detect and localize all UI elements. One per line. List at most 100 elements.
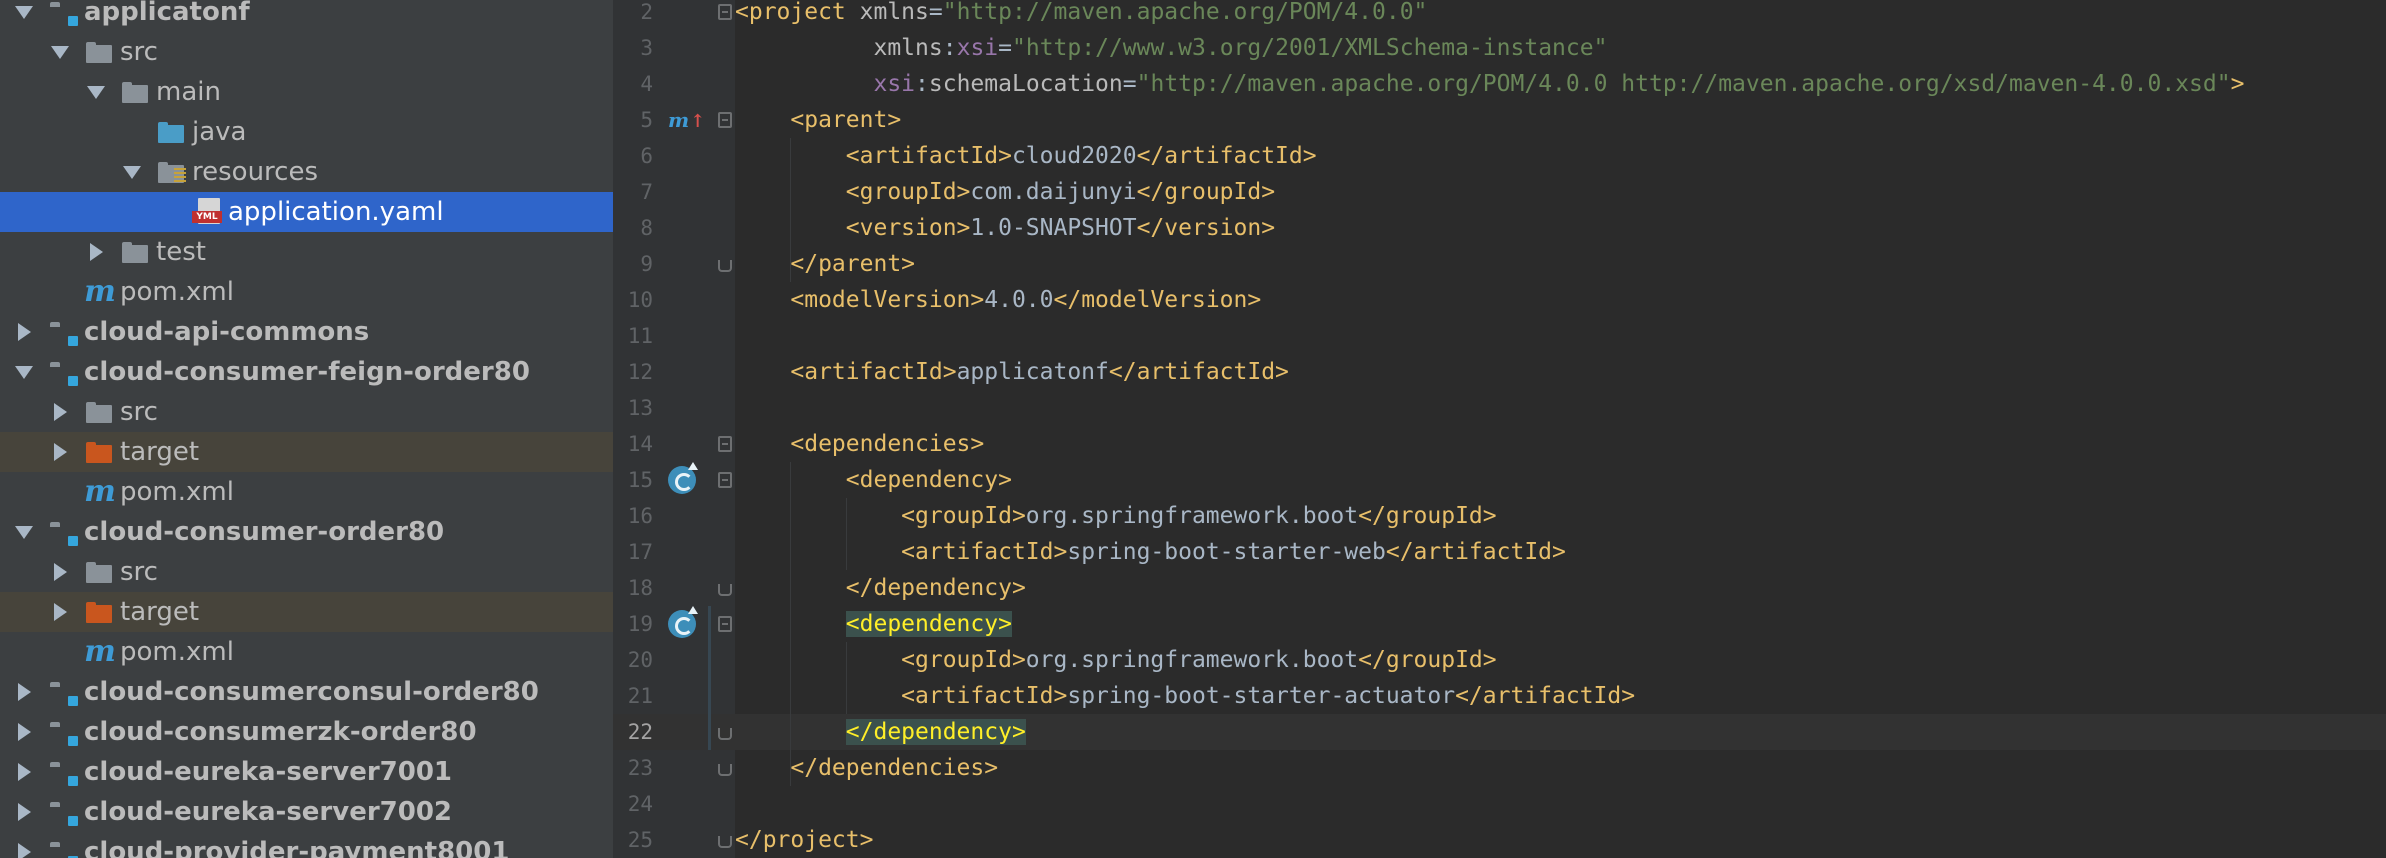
fold-end-icon[interactable] [718,584,732,596]
tree-item[interactable]: m pom.xml [0,272,613,312]
collapse-arrow-icon[interactable] [86,232,106,272]
tree-item[interactable]: java [0,112,613,152]
line-number: 18 [627,576,653,600]
code-token: <artifactId> [845,143,1012,169]
tree-item[interactable]: YML application.yaml [0,192,613,232]
expand-arrow-icon[interactable] [14,512,34,552]
expand-arrow-icon[interactable] [122,152,142,192]
code-line[interactable]: 10 <modelVersion>4.0.0</modelVersion> [613,282,2386,318]
line-number: 5 [640,108,653,132]
fold-collapse-icon[interactable] [718,112,732,128]
tree-item[interactable]: test [0,232,613,272]
tree-item[interactable]: target [0,592,613,632]
tree-item[interactable]: m pom.xml [0,632,613,672]
expand-arrow-icon[interactable] [50,32,70,72]
code-line[interactable]: 20 <groupId>org.springframework.boot</gr… [613,642,2386,678]
code-line[interactable]: 23 </dependencies> [613,750,2386,786]
tree-item-label: resources [192,157,319,187]
collapse-arrow-icon[interactable] [50,432,70,472]
fold-end-icon[interactable] [718,728,732,740]
tree-item[interactable]: resources [0,152,613,192]
tree-item-label: cloud-eureka-server7002 [84,797,453,827]
tree-item[interactable]: cloud-api-commons [0,312,613,352]
tree-item-label: target [120,597,200,627]
code-line[interactable]: 3 xmlns:xsi="http://www.w3.org/2001/XMLS… [613,30,2386,66]
code-line[interactable]: 11 [613,318,2386,354]
line-number: 12 [627,360,653,384]
tree-item[interactable]: m pom.xml [0,472,613,512]
project-tree[interactable]: applicatonf src main java resources YML applic… [0,0,613,858]
code-line[interactable]: 21 <artifactId>spring-boot-starter-actua… [613,678,2386,714]
collapse-arrow-icon[interactable] [50,392,70,432]
tree-item[interactable]: cloud-consumerconsul-order80 [0,672,613,712]
fold-end-icon[interactable] [718,836,732,848]
code-line[interactable]: 16 <groupId>org.springframework.boot</gr… [613,498,2386,534]
collapse-arrow-icon[interactable] [14,792,34,832]
collapse-arrow-icon[interactable] [50,552,70,592]
code-token: </dependency> [845,719,1026,745]
tree-item[interactable]: applicatonf [0,0,613,32]
collapse-arrow-icon[interactable] [14,672,34,712]
line-number: 25 [627,828,653,852]
dependency-gutter-icon[interactable] [668,462,698,494]
code-line[interactable]: 4 xsi:schemaLocation="http://maven.apach… [613,66,2386,102]
code-token: <dependency> [845,611,1012,637]
dependency-gutter-icon[interactable] [668,606,698,638]
expand-arrow-icon[interactable] [14,0,34,32]
code-line[interactable]: 5 m↑ <parent> [613,102,2386,138]
code-line[interactable]: 25 </project> [613,822,2386,858]
code-line[interactable]: 15 <dependency> [613,462,2386,498]
code-line[interactable]: 7 <groupId>com.daijunyi</groupId> [613,174,2386,210]
module-folder-icon [48,792,80,832]
code-line[interactable]: 2 <project xmlns="http://maven.apache.org… [613,0,2386,30]
code-editor[interactable]: 2 <project xmlns="http://maven.apache.org… [613,0,2386,858]
tree-item[interactable]: cloud-eureka-server7001 [0,752,613,792]
code-token: = [928,0,943,25]
code-line[interactable]: 14 <dependencies> [613,426,2386,462]
tree-item[interactable]: cloud-provider-payment8001 [0,832,613,858]
code-line[interactable]: 22 </dependency> [613,714,2386,750]
folder-icon [84,32,116,72]
tree-item[interactable]: cloud-consumer-order80 [0,512,613,552]
code-line[interactable]: 24 [613,786,2386,822]
tree-item[interactable]: src [0,552,613,592]
fold-collapse-icon[interactable] [718,436,732,452]
code-line[interactable]: 13 [613,390,2386,426]
code-line[interactable]: 6 <artifactId>cloud2020</artifactId> [613,138,2386,174]
tree-item[interactable]: cloud-consumerzk-order80 [0,712,613,752]
fold-collapse-icon[interactable] [718,472,732,488]
tree-item[interactable]: cloud-eureka-server7002 [0,792,613,832]
collapse-arrow-icon[interactable] [14,312,34,352]
fold-collapse-icon[interactable] [718,616,732,632]
code-line[interactable]: 8 <version>1.0-SNAPSHOT</version> [613,210,2386,246]
code-line[interactable]: 12 <artifactId>applicatonf</artifactId> [613,354,2386,390]
vcs-change-marker[interactable] [708,606,711,750]
tree-item[interactable]: src [0,392,613,432]
code-token: <groupId> [901,503,1026,529]
expand-arrow-icon[interactable] [86,72,106,112]
line-number: 10 [627,288,653,312]
fold-end-icon[interactable] [718,260,732,272]
collapse-arrow-icon[interactable] [50,592,70,632]
collapse-arrow-icon[interactable] [14,832,34,858]
collapse-arrow-icon[interactable] [14,712,34,752]
tree-item[interactable]: main [0,72,613,112]
code-token: </artifactId> [1455,683,1636,709]
fold-collapse-icon[interactable] [718,4,732,20]
code-token: </parent> [790,251,916,277]
code-line[interactable]: 17 <artifactId>spring-boot-starter-web</… [613,534,2386,570]
fold-end-icon[interactable] [718,764,732,776]
collapse-arrow-icon[interactable] [14,752,34,792]
code-line[interactable]: 19 <dependency> [613,606,2386,642]
tree-item[interactable]: cloud-consumer-feign-order80 [0,352,613,392]
code-line[interactable]: 9 </parent> [613,246,2386,282]
tree-item[interactable]: src [0,32,613,72]
override-parent-icon[interactable]: m↑ [668,106,705,134]
line-number: 14 [627,432,653,456]
expand-arrow-icon[interactable] [14,352,34,392]
code-token: </dependencies> [790,755,999,781]
tree-item[interactable]: target [0,432,613,472]
code-line[interactable]: 18 </dependency> [613,570,2386,606]
